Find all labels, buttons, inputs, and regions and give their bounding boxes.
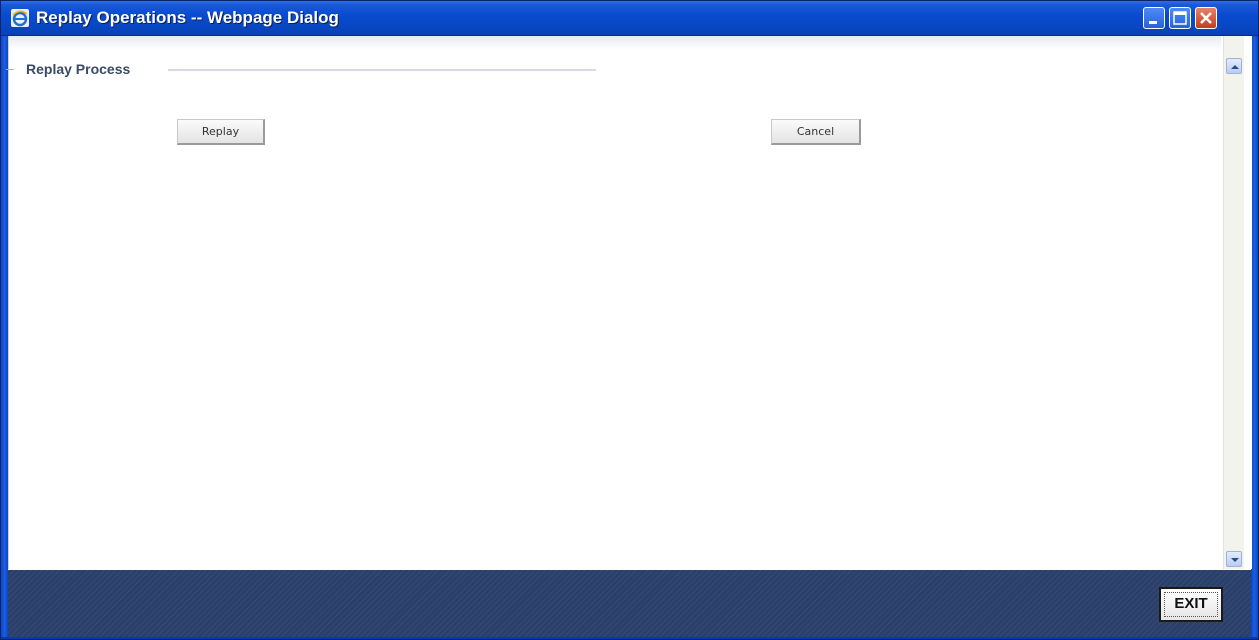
minimize-icon: [1149, 21, 1157, 24]
legend-divider: [168, 69, 596, 71]
legend-dash: [6, 69, 14, 70]
maximize-icon: [1173, 11, 1187, 25]
replay-button[interactable]: Replay: [177, 119, 265, 145]
scroll-down-button[interactable]: [1226, 551, 1242, 567]
close-button[interactable]: [1195, 7, 1217, 29]
window-title: Replay Operations -- Webpage Dialog: [36, 8, 339, 27]
window-border-left: [1, 36, 8, 639]
window-border-bottom: [1, 637, 1258, 639]
ie-icon: [11, 9, 29, 27]
content-top-shade: [9, 36, 1221, 50]
vertical-scrollbar[interactable]: [1223, 36, 1244, 569]
window-border-right: [1251, 36, 1258, 639]
dialog-footer: EXIT: [8, 570, 1251, 639]
close-icon: [1200, 12, 1212, 24]
cancel-button[interactable]: Cancel: [771, 119, 861, 145]
exit-button[interactable]: EXIT: [1159, 587, 1223, 622]
scroll-down-arrow-icon: [1231, 558, 1239, 562]
exit-focus-ring: [1164, 592, 1218, 617]
scroll-up-arrow-icon: [1231, 65, 1239, 69]
dialog-content: [8, 36, 1252, 569]
maximize-button[interactable]: [1169, 7, 1191, 29]
dialog-window: Replay Operations -- Webpage Dialog Repl…: [0, 0, 1259, 640]
scroll-up-button[interactable]: [1226, 58, 1242, 74]
minimize-button[interactable]: [1143, 7, 1165, 29]
section-legend: Replay Process: [26, 61, 131, 77]
title-bar[interactable]: Replay Operations -- Webpage Dialog: [1, 1, 1258, 36]
